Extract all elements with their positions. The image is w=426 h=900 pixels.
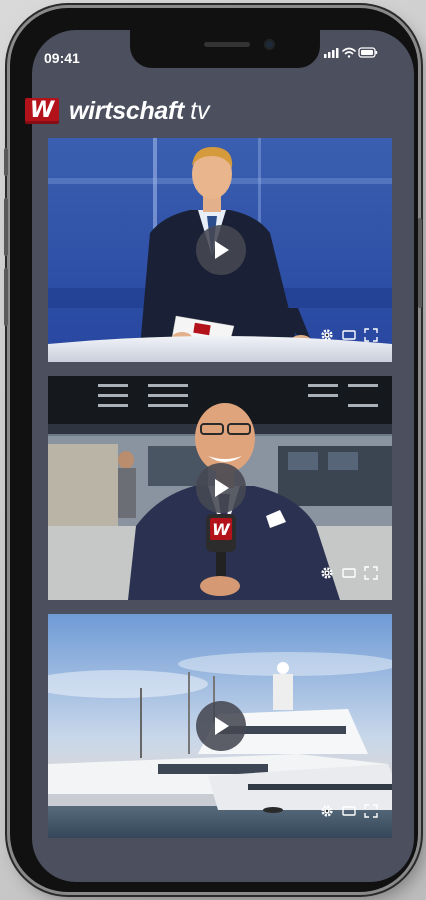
volume-up-button — [4, 198, 8, 256]
theater-mode-icon[interactable] — [342, 804, 356, 818]
video-card-2[interactable]: W — [48, 376, 392, 600]
play-icon — [215, 479, 229, 497]
svg-text:W: W — [212, 520, 231, 539]
fullscreen-icon[interactable] — [364, 804, 378, 818]
theater-mode-icon[interactable] — [342, 328, 356, 342]
status-icons — [324, 47, 378, 58]
settings-gear-icon[interactable] — [320, 566, 334, 580]
power-button — [418, 218, 422, 308]
video-card-3[interactable] — [48, 614, 392, 838]
volume-down-button — [4, 268, 8, 326]
fullscreen-icon[interactable] — [364, 328, 378, 342]
theater-mode-icon[interactable] — [342, 566, 356, 580]
status-time: 09:41 — [44, 50, 80, 66]
speaker — [204, 42, 250, 47]
mute-switch — [4, 148, 8, 176]
notch — [130, 30, 320, 68]
settings-gear-icon[interactable] — [320, 328, 334, 342]
fullscreen-icon[interactable] — [364, 566, 378, 580]
play-button[interactable] — [196, 463, 246, 513]
play-icon — [215, 241, 229, 259]
video-controls — [320, 804, 378, 818]
settings-gear-icon[interactable] — [320, 804, 334, 818]
logo-tv: tv — [190, 96, 210, 125]
logo-wordmark: wirtschaft — [69, 96, 185, 125]
video-controls — [320, 566, 378, 580]
wifi-icon — [342, 47, 356, 58]
battery-icon — [358, 47, 378, 58]
app-logo: W wirtschaft tv — [25, 96, 210, 126]
play-button[interactable] — [196, 701, 246, 751]
signal-icon — [324, 48, 339, 58]
front-camera — [264, 39, 275, 50]
video-card-1[interactable] — [48, 138, 392, 362]
video-controls — [320, 328, 378, 342]
play-button[interactable] — [196, 225, 246, 275]
logo-badge: W — [25, 98, 59, 124]
play-icon — [215, 717, 229, 735]
